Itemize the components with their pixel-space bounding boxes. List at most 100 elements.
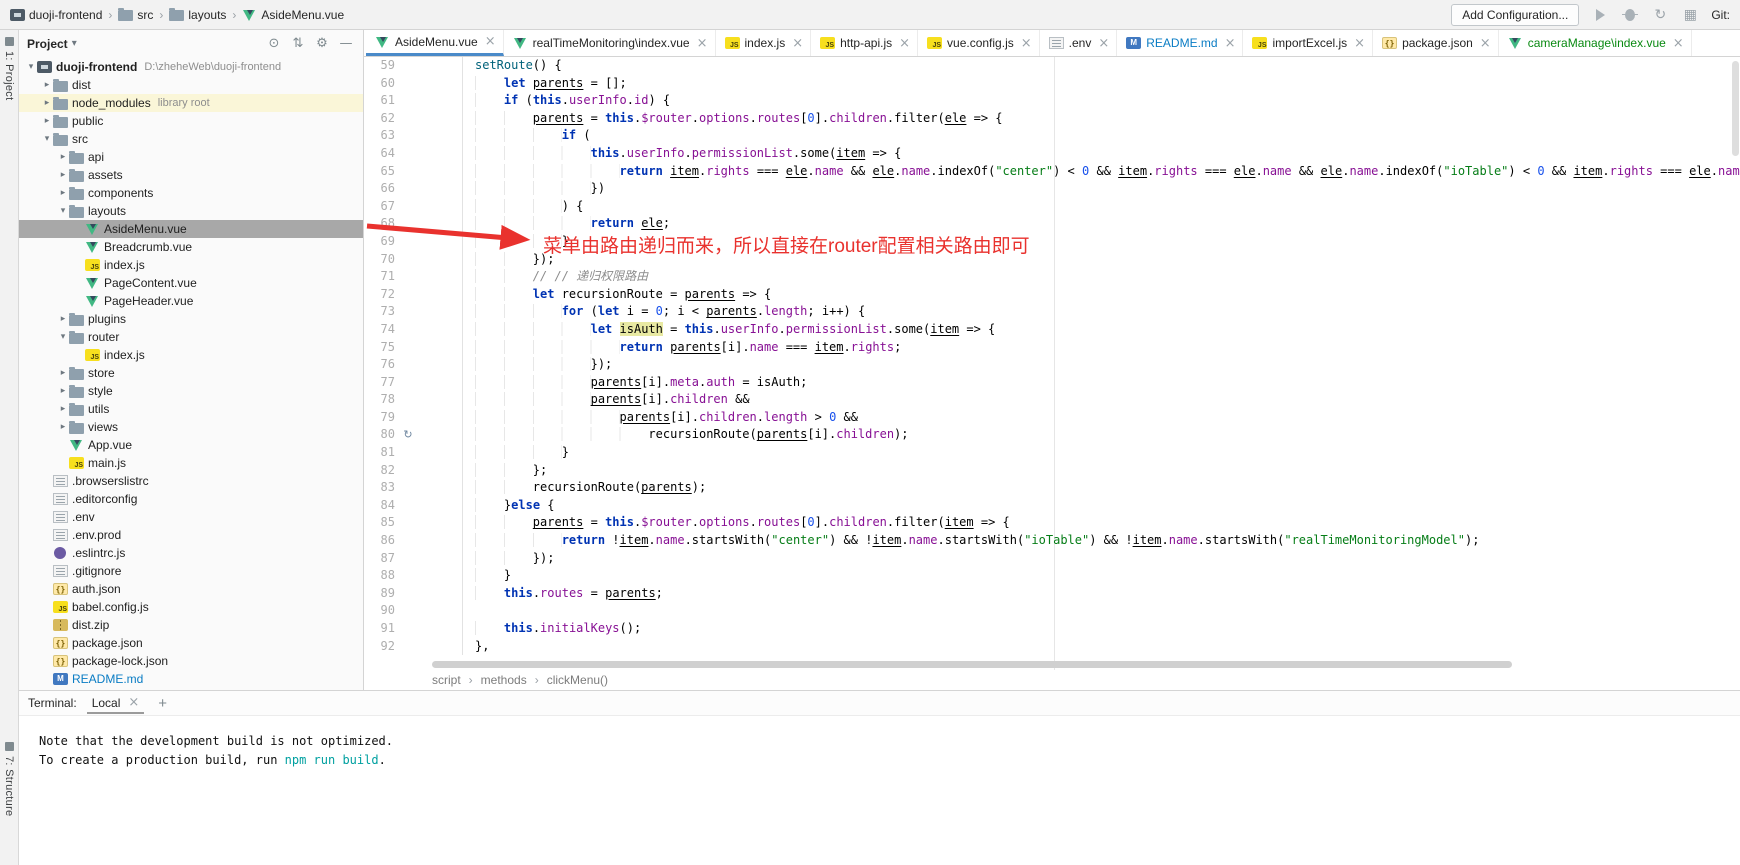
tree-item[interactable]: index.js — [19, 256, 363, 274]
code-line[interactable]: 90 — [364, 602, 1740, 620]
editor-tab[interactable]: package.json× — [1373, 30, 1499, 56]
close-icon[interactable]: × — [792, 36, 803, 51]
tree-item[interactable]: PageContent.vue — [19, 274, 363, 292]
tree-item[interactable]: dist.zip — [19, 616, 363, 634]
close-icon[interactable]: × — [485, 34, 496, 49]
breadcrumb-item[interactable]: layouts — [169, 8, 226, 22]
tree-item[interactable]: .env.prod — [19, 526, 363, 544]
editor-tab[interactable]: README.md× — [1117, 30, 1243, 56]
breadcrumb-item[interactable]: src — [118, 8, 153, 22]
tree-item[interactable]: ▸node_moduleslibrary root — [19, 94, 363, 112]
code-line[interactable]: 89 this.routes = parents; — [364, 585, 1740, 603]
code-line[interactable]: 61 if (this.userInfo.id) { — [364, 92, 1740, 110]
tree-item[interactable]: ▸assets — [19, 166, 363, 184]
tree-item[interactable]: babel.config.js — [19, 598, 363, 616]
tree-item[interactable]: ▾src — [19, 130, 363, 148]
code-line[interactable]: 91 this.initialKeys(); — [364, 620, 1740, 638]
chevron-down-icon[interactable]: ▾ — [41, 134, 53, 144]
code-line[interactable]: 66 }) — [364, 180, 1740, 198]
recursive-call-icon[interactable]: ↻ — [400, 426, 416, 444]
tree-item[interactable]: package.json — [19, 634, 363, 652]
editor-tab[interactable]: cameraManage\index.vue× — [1499, 30, 1692, 56]
code-line[interactable]: 70 }); — [364, 251, 1740, 269]
new-terminal-icon[interactable]: + — [154, 695, 171, 712]
chevron-right-icon[interactable]: ▸ — [57, 422, 69, 432]
close-icon[interactable]: × — [697, 36, 708, 51]
code-line[interactable]: 60 let parents = []; — [364, 75, 1740, 93]
editor-breadcrumb-item[interactable]: script — [432, 673, 461, 687]
close-icon[interactable]: × — [1098, 36, 1109, 51]
code-line[interactable]: 81 } — [364, 444, 1740, 462]
code-line[interactable]: 69 } — [364, 233, 1740, 251]
chevron-right-icon[interactable]: ▸ — [57, 368, 69, 378]
tree-item[interactable]: AsideMenu.vue — [19, 220, 363, 238]
chevron-down-icon[interactable]: ▾ — [57, 332, 69, 342]
project-view-selector[interactable]: Project ▾ — [27, 37, 77, 51]
code-line[interactable]: 83 recursionRoute(parents); — [364, 479, 1740, 497]
locate-file-icon[interactable]: ⊙ — [265, 36, 283, 51]
git-label[interactable]: Git: — [1711, 8, 1730, 22]
project-tool-button[interactable]: 1: Project — [0, 34, 18, 103]
code-line[interactable]: 71 // // 递归权限路由 — [364, 268, 1740, 286]
tree-item[interactable]: ▸store — [19, 364, 363, 382]
tree-item[interactable]: PageHeader.vue — [19, 292, 363, 310]
sync-icon[interactable]: ↻ — [1651, 6, 1669, 24]
code-line[interactable]: 82 }; — [364, 462, 1740, 480]
code-line[interactable]: 62 parents = this.$router.options.routes… — [364, 110, 1740, 128]
tree-item[interactable]: auth.json — [19, 580, 363, 598]
tree-item[interactable]: ▸views — [19, 418, 363, 436]
code-line[interactable]: 74 let isAuth = this.userInfo.permission… — [364, 321, 1740, 339]
debug-icon[interactable] — [1621, 6, 1639, 24]
tree-item[interactable]: ▾layouts — [19, 202, 363, 220]
code-line[interactable]: 67 ) { — [364, 198, 1740, 216]
breadcrumb-item[interactable]: AsideMenu.vue — [242, 8, 344, 22]
chevron-right-icon[interactable]: ▸ — [57, 404, 69, 414]
code-line[interactable]: 85 parents = this.$router.options.routes… — [364, 514, 1740, 532]
code-line[interactable]: 88 } — [364, 567, 1740, 585]
editor-tab[interactable]: AsideMenu.vue× — [366, 30, 504, 56]
editor-tab[interactable]: .env× — [1040, 30, 1118, 56]
chevron-right-icon[interactable]: ▸ — [57, 314, 69, 324]
chevron-right-icon[interactable]: ▸ — [57, 152, 69, 162]
editor-tab[interactable]: http-api.js× — [811, 30, 918, 56]
tree-item[interactable]: index.js — [19, 346, 363, 364]
tree-item[interactable]: .gitignore — [19, 562, 363, 580]
tree-item[interactable]: .eslintrc.js — [19, 544, 363, 562]
view-options-icon[interactable]: ⇅ — [289, 36, 307, 51]
code-line[interactable]: 80↻ recursionRoute(parents[i].children); — [364, 426, 1740, 444]
chevron-down-icon[interactable]: ▾ — [57, 206, 69, 216]
code-line[interactable]: 73 for (let i = 0; i < parents.length; i… — [364, 303, 1740, 321]
code-line[interactable]: 92}, — [364, 638, 1740, 656]
code-line[interactable]: 68 return ele; — [364, 215, 1740, 233]
tree-item[interactable]: .browserslistrc — [19, 472, 363, 490]
tree-item[interactable]: ▸components — [19, 184, 363, 202]
editor-tab[interactable]: importExcel.js× — [1243, 30, 1373, 56]
tree-item[interactable]: main.js — [19, 454, 363, 472]
code-line[interactable]: 64 this.userInfo.permissionList.some(ite… — [364, 145, 1740, 163]
tree-item[interactable]: .editorconfig — [19, 490, 363, 508]
editor-tab[interactable]: index.js× — [716, 30, 812, 56]
chevron-right-icon[interactable]: ▸ — [57, 188, 69, 198]
code-line[interactable]: 72 let recursionRoute = parents => { — [364, 286, 1740, 304]
code-line[interactable]: 84 }else { — [364, 497, 1740, 515]
code-editor[interactable]: 59setRoute() {60 let parents = [];61 if … — [364, 57, 1740, 670]
tree-item[interactable]: ▸style — [19, 382, 363, 400]
code-line[interactable]: 76 }); — [364, 356, 1740, 374]
breadcrumb-item[interactable]: duoji-frontend — [10, 8, 102, 22]
hide-panel-icon[interactable]: — — [337, 36, 355, 51]
editor-tab[interactable]: realTimeMonitoring\index.vue× — [504, 30, 716, 56]
chevron-right-icon[interactable]: ▸ — [41, 116, 53, 126]
code-line[interactable]: 77 parents[i].meta.auth = isAuth; — [364, 374, 1740, 392]
close-icon[interactable]: × — [1673, 36, 1684, 51]
tree-item[interactable]: ▸public — [19, 112, 363, 130]
settings-gear-icon[interactable]: ⚙ — [313, 36, 331, 51]
tree-item[interactable]: ▸api — [19, 148, 363, 166]
close-icon[interactable]: × — [1021, 36, 1032, 51]
terminal-output[interactable]: Note that the development build is not o… — [19, 716, 1740, 770]
code-line[interactable]: 59setRoute() { — [364, 57, 1740, 75]
editor-breadcrumb-item[interactable]: methods — [481, 673, 527, 687]
tree-item[interactable]: ▸utils — [19, 400, 363, 418]
code-line[interactable]: 79 parents[i].children.length > 0 && — [364, 409, 1740, 427]
code-line[interactable]: 86 return !item.name.startsWith("center"… — [364, 532, 1740, 550]
tree-item[interactable]: ▾duoji-frontendD:\zheheWeb\duoji-fronten… — [19, 58, 363, 76]
